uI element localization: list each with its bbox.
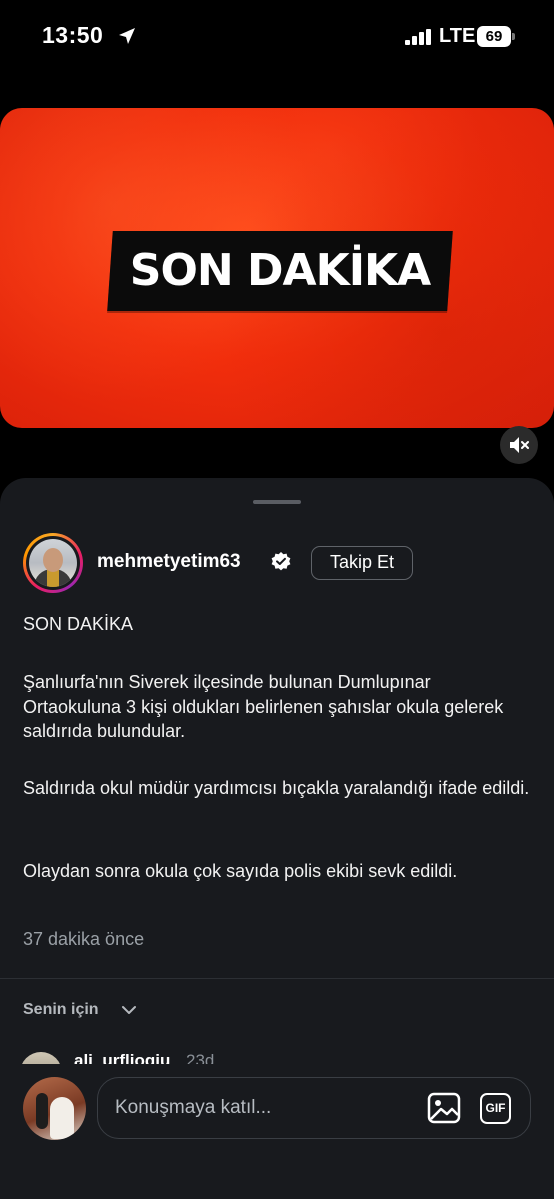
signal-bars-icon xyxy=(405,29,431,45)
mute-button[interactable] xyxy=(500,426,538,464)
section-divider xyxy=(0,978,554,979)
post-paragraph-1: Şanlıurfa'nın Siverek ilçesinde bulunan … xyxy=(23,672,504,741)
post-timestamp: 37 dakika önce xyxy=(23,929,145,949)
post-paragraph-3: Olaydan sonra okula çok sayıda polis eki… xyxy=(23,861,458,881)
comment-input[interactable] xyxy=(115,1094,415,1122)
follow-button[interactable]: Takip Et xyxy=(311,546,413,580)
location-arrow-icon xyxy=(119,28,135,44)
sheet-drag-handle[interactable] xyxy=(253,500,301,504)
speaker-muted-icon xyxy=(510,437,529,453)
image-icon[interactable] xyxy=(427,1092,461,1124)
avatar-figure-left xyxy=(36,1093,48,1129)
avatar-figure-right xyxy=(50,1097,74,1139)
gif-button[interactable]: GIF xyxy=(480,1093,511,1124)
battery-level: 69 xyxy=(477,26,511,47)
post-media[interactable]: SON DAKİKA xyxy=(0,108,554,428)
post-paragraph-2: Saldırıda okul müdür yardımcısı bıçakla … xyxy=(23,778,530,798)
my-avatar[interactable] xyxy=(23,1077,86,1140)
avatar-photo xyxy=(29,539,77,587)
comment-composer: GIF xyxy=(97,1077,531,1139)
status-bar: 13:50 LTE 69 xyxy=(0,0,554,74)
avatar-gap xyxy=(26,536,80,590)
battery-cap xyxy=(512,33,515,40)
verified-badge-icon xyxy=(271,552,291,571)
chevron-down-icon[interactable] xyxy=(121,1005,137,1015)
post-title: SON DAKİKA xyxy=(23,614,134,634)
author-username[interactable]: mehmetyetim63 xyxy=(97,551,241,573)
status-time: 13:50 xyxy=(42,22,104,48)
author-avatar[interactable] xyxy=(23,533,83,593)
avatar-head xyxy=(43,548,63,572)
post-sheet: mehmetyetim63 Takip Et SON DAKİKA Şanlıu… xyxy=(0,478,554,1199)
battery-icon: 69 xyxy=(477,26,515,47)
news-banner-text: SON DAKİKA xyxy=(129,245,431,296)
network-label: LTE xyxy=(439,25,476,47)
comment-filter-dropdown[interactable]: Senin için xyxy=(23,1001,99,1019)
